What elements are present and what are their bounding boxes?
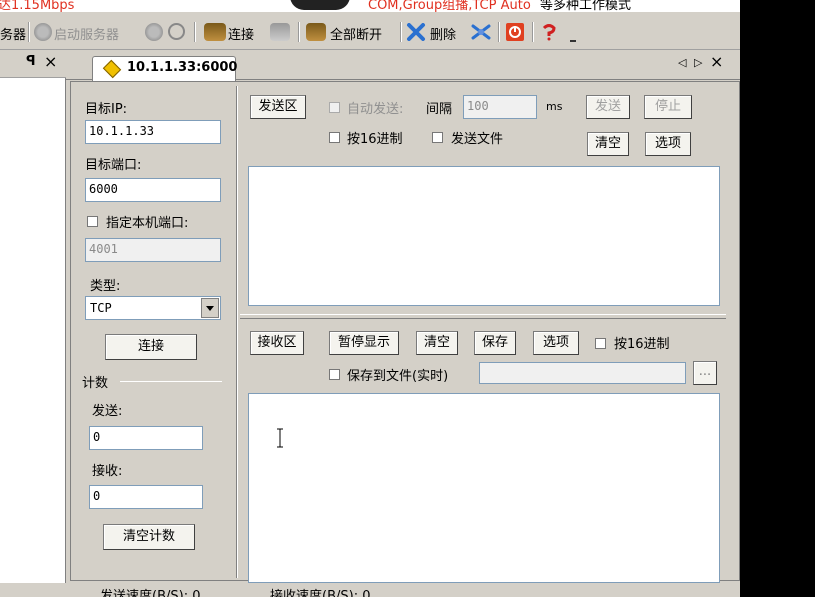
counter-group-label: 计数 (82, 376, 109, 391)
toolbar-connect-label[interactable]: 连接 (228, 24, 254, 43)
pause-display-button[interactable]: 暂停显示 (329, 331, 399, 355)
receive-speed-label: 接收速度(B/S): 0 (270, 589, 371, 597)
auto-send-label: 自动发送: (347, 102, 404, 117)
receive-hex-checkbox[interactable] (595, 338, 606, 349)
banner-right-text: 等多种工作模式 (540, 0, 632, 12)
receive-count-field[interactable]: 0 (89, 485, 203, 509)
send-count-field[interactable]: 0 (89, 426, 203, 450)
send-button[interactable]: 发送 (586, 95, 630, 119)
send-file-checkbox[interactable] (432, 132, 443, 143)
target-port-label: 目标端口: (85, 158, 142, 173)
send-file-label: 发送文件 (451, 132, 504, 147)
send-count-label: 发送: (92, 404, 123, 419)
tab-close-icon[interactable]: × (710, 52, 723, 71)
left-dock-panel (0, 78, 66, 583)
banner-highlight-text: COM,Group组播,TCP Auto (368, 0, 531, 12)
send-clear-button[interactable]: 清空 (587, 132, 629, 156)
receive-clear-button[interactable]: 清空 (416, 331, 458, 355)
receive-options-button[interactable]: 选项 (533, 331, 579, 355)
delete-all-icon[interactable] (470, 23, 492, 41)
connect-button[interactable]: 连接 (105, 334, 197, 360)
start-server-icon[interactable] (34, 23, 52, 41)
receive-count-label: 接收: (92, 464, 123, 479)
toolbar-separator (298, 22, 300, 42)
stop-button[interactable]: 停止 (644, 95, 692, 119)
desktop-background (740, 0, 815, 597)
receive-save-button[interactable]: 保存 (474, 331, 516, 355)
auto-send-checkbox[interactable] (329, 102, 340, 113)
text-cursor-icon (275, 428, 283, 448)
delete-icon[interactable] (406, 23, 426, 41)
connect-icon[interactable] (204, 23, 226, 41)
save-file-path-field[interactable] (479, 362, 686, 384)
connection-status-icon (102, 59, 122, 79)
browse-button[interactable]: ... (693, 361, 717, 385)
receive-textarea[interactable] (248, 393, 720, 583)
splitter[interactable] (240, 314, 726, 319)
local-port-label: 指定本机端口: (106, 216, 189, 231)
tab-title: 10.1.1.33:6000 (127, 60, 238, 75)
type-select[interactable]: TCP (85, 296, 221, 320)
toolbar-separator (498, 22, 500, 42)
toolbar-separator (532, 22, 534, 42)
counter-group-line (120, 381, 222, 382)
exit-icon[interactable] (506, 23, 524, 41)
type-label: 类型: (90, 279, 121, 294)
type-select-value: TCP (90, 301, 112, 315)
send-speed-label: 发送速度(B/S): 0 (100, 589, 201, 597)
tab-nav-left-icon[interactable]: ◁ (678, 56, 686, 69)
stop-server-icon[interactable] (145, 23, 163, 41)
tab-nav-right-icon[interactable]: ▷ (694, 56, 702, 69)
interval-unit: ms (546, 100, 563, 113)
send-hex-label: 按16进制 (347, 132, 403, 147)
toolbar-separator (28, 22, 30, 42)
interval-field[interactable]: 100 (463, 95, 537, 119)
top-banner: 达1.15Mbps COM,Group组播,TCP Auto 等多种工作模式 (0, 0, 740, 12)
toolbar-server-label[interactable]: 务器 (0, 24, 26, 43)
send-hex-checkbox[interactable] (329, 132, 340, 143)
toolbar-disconnect-all-label[interactable]: 全部断开 (330, 24, 382, 43)
toolbar-separator (194, 22, 196, 42)
clear-count-button[interactable]: 清空计数 (103, 524, 195, 550)
interval-label: 间隔 (426, 102, 453, 117)
send-textarea[interactable] (248, 166, 720, 306)
save-to-file-label: 保存到文件(实时) (347, 369, 449, 384)
target-ip-label: 目标IP: (85, 102, 128, 117)
banner-logo (290, 0, 350, 10)
left-dock-header: ꟼ × (0, 52, 66, 78)
disconnect-icon[interactable] (270, 23, 290, 41)
target-ip-field[interactable]: 10.1.1.33 (85, 120, 221, 144)
toolbar-separator (400, 22, 402, 42)
stop-circle-icon[interactable] (168, 23, 185, 40)
save-to-file-checkbox[interactable] (329, 369, 340, 380)
toolbar-overflow-icon[interactable] (570, 36, 576, 42)
local-port-field[interactable]: 4001 (85, 238, 221, 262)
banner-left-text: 达1.15Mbps (0, 0, 75, 12)
left-dock-close-icon[interactable]: × (44, 52, 57, 71)
send-options-button[interactable]: 选项 (645, 132, 691, 156)
pin-icon[interactable]: ꟼ (26, 54, 36, 69)
receive-area-button[interactable]: 接收区 (250, 331, 304, 355)
local-port-checkbox[interactable] (87, 216, 98, 227)
send-area-button[interactable]: 发送区 (250, 95, 306, 119)
panel-divider (236, 86, 238, 578)
status-bar: 发送速度(B/S): 0 接收速度(B/S): 0 (0, 583, 740, 597)
toolbar-start-server-label[interactable]: 启动服务器 (54, 24, 119, 43)
receive-hex-label: 按16进制 (614, 337, 670, 352)
disconnect-all-icon[interactable] (306, 23, 326, 41)
tab-connection[interactable]: 10.1.1.33:6000 (92, 56, 238, 81)
help-icon[interactable] (540, 23, 558, 41)
toolbar-delete-label[interactable]: 删除 (430, 24, 456, 43)
chevron-down-icon[interactable] (201, 298, 219, 318)
target-port-field[interactable]: 6000 (85, 178, 221, 202)
